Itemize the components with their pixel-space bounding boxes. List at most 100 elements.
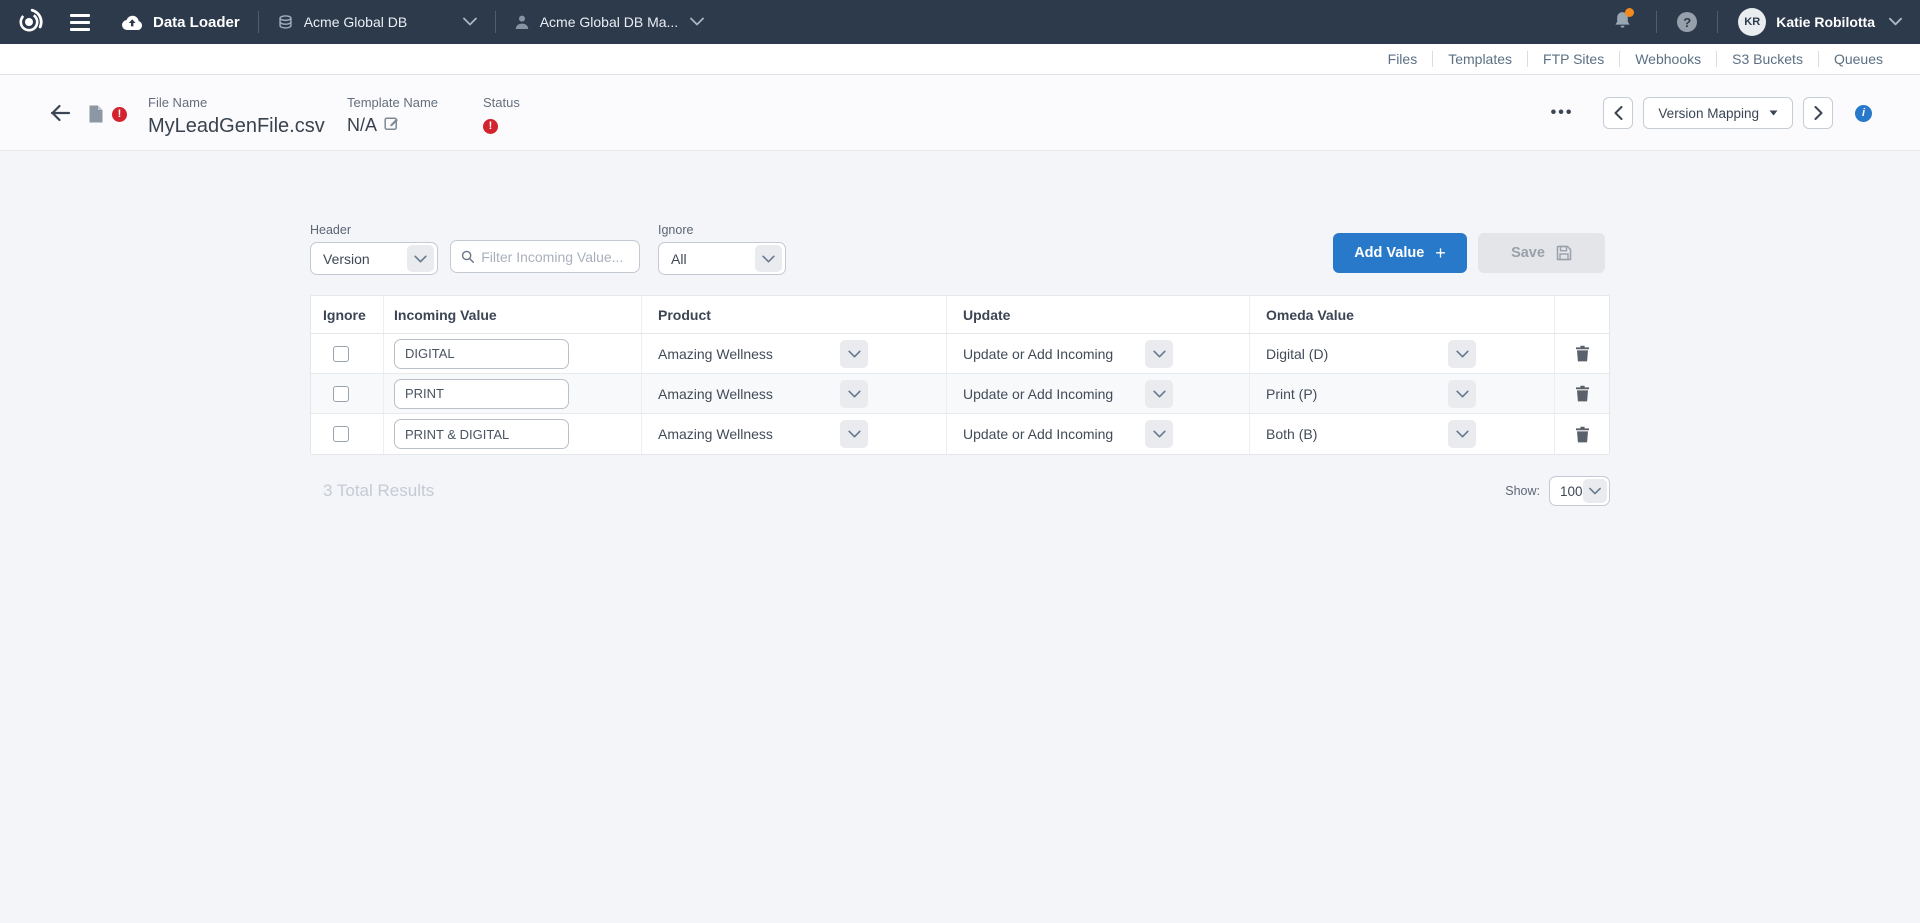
product-value: Amazing Wellness [658,386,773,402]
table-row: Amazing Wellness Update or Add Incoming … [311,334,1609,374]
back-arrow-button[interactable] [48,103,72,128]
status-error-icon: ! [483,119,498,134]
user-avatar[interactable]: KR [1738,8,1766,36]
nav-link-ftp-sites[interactable]: FTP Sites [1528,51,1619,67]
plus-icon: + [1435,244,1446,262]
product-select[interactable]: Amazing Wellness [658,380,868,408]
page-size-select[interactable]: 100 [1549,476,1610,506]
product-select[interactable]: Amazing Wellness [658,420,868,448]
nav-link-queues[interactable]: Queues [1819,51,1898,67]
nav-link-files[interactable]: Files [1373,51,1433,67]
ignore-checkbox[interactable] [333,426,349,442]
table-row: Amazing Wellness Update or Add Incoming … [311,374,1609,414]
template-name-value: N/A [347,115,377,136]
notification-dot [1625,8,1634,17]
step-selector-value: Version Mapping [1658,106,1759,121]
table-body: Amazing Wellness Update or Add Incoming … [311,334,1609,454]
omeda-value: Digital (D) [1266,346,1328,362]
delete-row-trash-icon[interactable] [1575,426,1590,443]
update-select[interactable]: Update or Add Incoming [963,420,1173,448]
column-header-actions [1555,296,1609,333]
delete-row-trash-icon[interactable] [1575,345,1590,362]
omeda-value: Both (B) [1266,426,1317,442]
ignore-filter-select[interactable]: All [658,242,786,275]
product-value: Amazing Wellness [658,346,773,362]
file-name-value: MyLeadGenFile.csv [148,115,325,138]
navbar-divider [258,11,259,33]
navbar-divider [1717,11,1718,33]
omeda-logo-icon[interactable] [14,8,44,36]
table-row: Amazing Wellness Update or Add Incoming … [311,414,1609,454]
add-value-label: Add Value [1354,245,1424,261]
nav-link-s3-buckets[interactable]: S3 Buckets [1717,51,1818,67]
help-icon[interactable]: ? [1677,12,1697,32]
user-name: Katie Robilotta [1776,14,1875,30]
column-header-omeda-value: Omeda Value [1250,296,1555,333]
ignore-checkbox[interactable] [333,346,349,362]
database-icon [277,14,294,31]
update-select[interactable]: Update or Add Incoming [963,340,1173,368]
mapping-selector[interactable]: Acme Global DB Ma... [514,13,704,31]
chevron-down-icon [1145,420,1173,448]
omeda-value-select[interactable]: Digital (D) [1266,340,1476,368]
column-header-product: Product [642,296,947,333]
chevron-down-icon [1448,420,1476,448]
chevron-down-icon [840,340,868,368]
save-button[interactable]: Save [1478,233,1605,273]
status-label: Status [483,95,520,110]
previous-step-button[interactable] [1603,97,1633,129]
chevron-down-icon [463,13,477,31]
navbar-divider [495,11,496,33]
template-name-label: Template Name [347,95,438,110]
step-selector-dropdown[interactable]: Version Mapping [1643,97,1793,129]
chevron-down-icon [407,245,434,272]
menu-hamburger-icon[interactable] [70,14,90,31]
next-step-button[interactable] [1803,97,1833,129]
notifications-bell-icon[interactable] [1613,10,1632,35]
info-icon[interactable]: i [1855,105,1872,122]
update-value: Update or Add Incoming [963,346,1113,362]
edit-pencil-icon[interactable] [384,115,400,136]
file-document-icon[interactable] [88,105,103,128]
incoming-value-input[interactable] [394,379,569,409]
file-error-icon: ! [112,107,127,122]
nav-link-templates[interactable]: Templates [1433,51,1527,67]
incoming-value-input[interactable] [394,339,569,369]
incoming-value-input[interactable] [394,419,569,449]
table-header-row: Ignore Incoming Value Product Update Ome… [311,296,1609,334]
product-value: Amazing Wellness [658,426,773,442]
chevron-down-icon [840,420,868,448]
chevron-down-icon [1145,380,1173,408]
secondary-nav: Files Templates FTP Sites Webhooks S3 Bu… [0,44,1920,75]
search-input[interactable] [481,249,629,265]
page-size-value: 100 [1560,484,1583,499]
chevron-down-icon [755,245,782,272]
add-value-button[interactable]: Add Value + [1333,233,1467,273]
mapping-table: Ignore Incoming Value Product Update Ome… [310,295,1610,455]
app-title: Data Loader [153,14,240,31]
incoming-value-search [450,240,640,273]
main-content: Header Version Ignore All Add Value + Sa… [0,151,1920,923]
header-filter-select[interactable]: Version [310,242,438,275]
ignore-filter-label: Ignore [658,223,786,237]
column-header-update: Update [947,296,1250,333]
navbar-divider [1656,11,1657,33]
more-options-icon[interactable]: ••• [1551,104,1574,122]
nav-link-webhooks[interactable]: Webhooks [1620,51,1716,67]
total-results-text: 3 Total Results [310,481,434,501]
show-label: Show: [1505,484,1540,498]
omeda-value-select[interactable]: Print (P) [1266,380,1476,408]
user-menu-chevron-icon[interactable] [1889,13,1902,31]
product-select[interactable]: Amazing Wellness [658,340,868,368]
file-header: ! File Name MyLeadGenFile.csv Template N… [0,75,1920,151]
ignore-checkbox[interactable] [333,386,349,402]
update-value: Update or Add Incoming [963,386,1113,402]
chevron-down-icon [1448,380,1476,408]
update-select[interactable]: Update or Add Incoming [963,380,1173,408]
delete-row-trash-icon[interactable] [1575,385,1590,402]
omeda-value: Print (P) [1266,386,1317,402]
chevron-down-icon [1448,340,1476,368]
omeda-value-select[interactable]: Both (B) [1266,420,1476,448]
database-selector[interactable]: Acme Global DB [277,13,477,31]
top-navbar: Data Loader Acme Global DB Acme Global D… [0,0,1920,44]
